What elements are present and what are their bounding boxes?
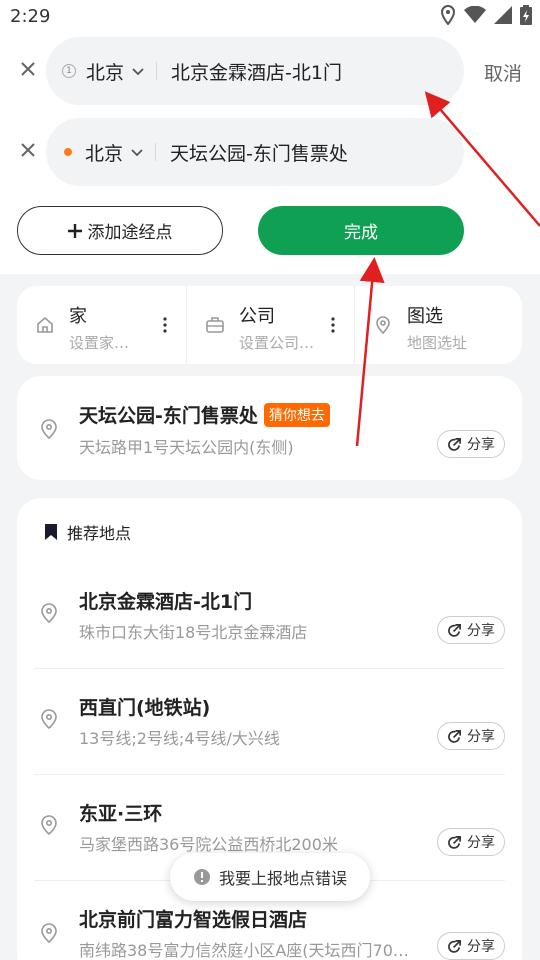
plus-icon <box>67 223 82 238</box>
chevron-down-icon <box>132 68 144 76</box>
status-time: 2:29 <box>10 6 51 27</box>
more-vertical-icon[interactable] <box>330 317 336 333</box>
remove-start-button[interactable] <box>16 57 40 81</box>
guess-title: 天坛公园-东门售票处 <box>79 405 258 427</box>
close-icon <box>21 143 35 157</box>
map-pin-icon <box>41 603 57 624</box>
quick-title: 家 <box>69 306 87 327</box>
place-address: 南纬路38号富力信然庭小区A座(天坛西门70… <box>79 941 409 960</box>
divider <box>34 774 505 775</box>
share-button[interactable]: 分享 <box>437 722 505 750</box>
quick-access-bar: 家 设置家… 公司 设置公司… 图选 地图选址 <box>17 286 522 364</box>
end-row: 北京 天坛公园-东门售票处 <box>0 118 540 186</box>
place-title: 东亚·三环 <box>79 803 163 825</box>
done-label: 完成 <box>344 223 378 243</box>
start-city-select[interactable]: 北京 <box>86 58 124 85</box>
list-item[interactable]: 西直门(地铁站) 13号线;2号线;4号线/大兴线 分享 <box>17 668 522 774</box>
divider <box>34 668 505 669</box>
share-icon <box>448 835 461 849</box>
quick-subtitle: 地图选址 <box>407 334 468 352</box>
add-waypoint-button[interactable]: 添加途经点 <box>17 206 223 255</box>
battery-icon <box>520 5 532 25</box>
map-pin-icon <box>376 316 390 335</box>
status-icons <box>440 5 532 25</box>
share-button[interactable]: 分享 <box>437 430 505 458</box>
end-city-select[interactable]: 北京 <box>85 139 123 166</box>
start-index-badge: 1 <box>62 64 76 78</box>
place-address: 13号线;2号线;4号线/大兴线 <box>79 729 280 748</box>
guess-tag-badge: 猜你想去 <box>263 403 330 427</box>
location-icon <box>440 5 456 25</box>
done-button[interactable]: 完成 <box>258 206 464 255</box>
map-pin-icon <box>41 815 57 836</box>
end-dot-icon <box>64 148 72 156</box>
divider <box>155 143 157 161</box>
guess-card[interactable]: 天坛公园-东门售票处 猜你想去 天坛路甲1号天坛公园内(东侧) 分享 <box>17 376 522 480</box>
list-item[interactable]: 北京金霖酒店-北1门 珠市口东大街18号北京金霖酒店 分享 <box>17 562 522 668</box>
share-icon <box>448 729 461 743</box>
share-icon <box>448 939 461 953</box>
map-pin-icon <box>41 709 57 730</box>
end-place-text[interactable]: 天坛公园-东门售票处 <box>170 139 348 166</box>
start-input[interactable]: 1 北京 北京金霖酒店-北1门 <box>46 37 464 105</box>
start-place-text[interactable]: 北京金霖酒店-北1门 <box>171 58 342 85</box>
remove-end-button[interactable] <box>16 138 40 162</box>
map-pin-icon <box>41 923 57 944</box>
close-icon <box>21 62 35 76</box>
quick-subtitle: 设置家… <box>69 334 130 352</box>
more-vertical-icon[interactable] <box>162 317 168 333</box>
end-input[interactable]: 北京 天坛公园-东门售票处 <box>46 118 464 186</box>
share-icon <box>448 623 461 637</box>
place-title: 北京前门富力智选假日酒店 <box>79 909 308 931</box>
quick-title: 公司 <box>239 306 275 327</box>
wifi-icon <box>464 6 486 23</box>
divider <box>156 62 158 80</box>
share-icon <box>448 437 461 451</box>
briefcase-icon <box>206 317 224 333</box>
place-address: 马家堡西路36号院公益西桥北200米 <box>79 835 338 854</box>
map-pin-icon <box>41 419 57 440</box>
signal-icon <box>494 6 512 24</box>
guess-address: 天坛路甲1号天坛公园内(东侧) <box>79 438 294 457</box>
status-bar: 2:29 <box>0 0 540 34</box>
cancel-button[interactable]: 取消 <box>484 59 522 86</box>
quick-item-map-select[interactable]: 图选 地图选址 <box>354 286 522 364</box>
quick-title: 图选 <box>407 306 443 327</box>
toast-label: 我要上报地点错误 <box>218 869 347 888</box>
quick-item-home[interactable]: 家 设置家… <box>17 286 186 364</box>
place-address: 珠市口东大街18号北京金霖酒店 <box>79 623 308 642</box>
add-waypoint-label: 添加途经点 <box>87 223 173 243</box>
share-button[interactable]: 分享 <box>437 828 505 856</box>
route-panel: 1 北京 北京金霖酒店-北1门 取消 北京 天坛公园-东门售票处 添加途经点 完… <box>0 34 540 274</box>
share-button[interactable]: 分享 <box>437 932 505 960</box>
bookmark-icon <box>45 524 57 540</box>
share-button[interactable]: 分享 <box>437 616 505 644</box>
start-row: 1 北京 北京金霖酒店-北1门 取消 <box>0 37 540 105</box>
report-error-toast[interactable]: 我要上报地点错误 <box>170 853 370 901</box>
quick-item-company[interactable]: 公司 设置公司… <box>186 286 354 364</box>
home-icon <box>37 316 53 333</box>
alert-icon <box>193 869 210 885</box>
guess-title-row: 天坛公园-东门售票处 猜你想去 <box>79 401 330 428</box>
place-title: 北京金霖酒店-北1门 <box>79 591 253 613</box>
recommended-header: 推荐地点 <box>43 520 131 544</box>
place-title: 西直门(地铁站) <box>79 697 211 719</box>
quick-subtitle: 设置公司… <box>239 334 315 352</box>
chevron-down-icon <box>131 149 143 157</box>
